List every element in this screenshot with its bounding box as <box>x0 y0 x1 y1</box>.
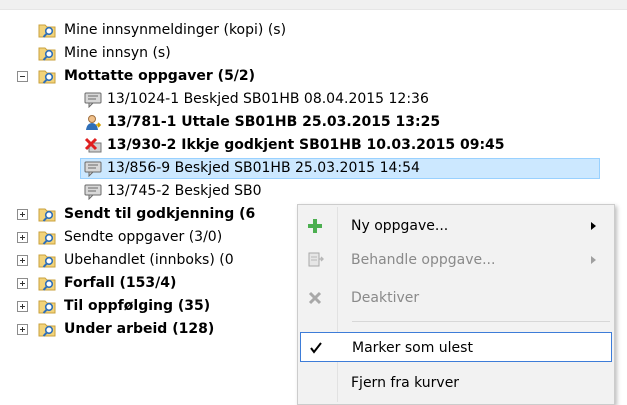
tree-item-task[interactable]: 13/781-1 Uttale SB01HB 25.03.2015 13:25 <box>0 111 627 134</box>
folder-search-icon <box>38 252 56 269</box>
expand-toggle[interactable] <box>17 301 28 312</box>
folder-search-icon <box>38 275 56 292</box>
folder-search-icon <box>38 45 56 62</box>
user-icon <box>84 114 102 131</box>
tree-item-task[interactable]: 13/1024-1 Beskjed SB01HB 08.04.2015 12:3… <box>0 88 627 111</box>
tree-item-label: Under arbeid (128) <box>64 321 215 337</box>
menu-item-marker-som-ulest[interactable]: Marker som ulest <box>300 332 612 362</box>
tree-item-mine-innsynmeldinger[interactable]: Mine innsynmeldinger (kopi) (s) <box>0 19 627 42</box>
folder-search-icon <box>38 68 56 85</box>
plus-icon <box>306 217 324 235</box>
folder-search-icon <box>38 229 56 246</box>
message-icon <box>84 91 102 108</box>
menu-item-fjern-fra-kurver[interactable]: Fjern fra kurver <box>300 368 612 398</box>
tree-item-label: 13/781-1 Uttale SB01HB 25.03.2015 13:25 <box>107 114 441 130</box>
checkmark-icon <box>307 339 325 357</box>
menu-item-label: Deaktiver <box>351 290 420 306</box>
document-icon <box>306 251 324 269</box>
tree-item-label: 13/745-2 Beskjed SB0 <box>107 183 262 199</box>
menu-item-label: Marker som ulest <box>352 340 473 356</box>
tree-item-label: 13/1024-1 Beskjed SB01HB 08.04.2015 12:3… <box>107 91 429 107</box>
folder-search-icon <box>38 22 56 39</box>
expand-toggle[interactable] <box>17 324 28 335</box>
tree-item-label: 13/930-2 Ikkje godkjent SB01HB 10.03.201… <box>107 137 505 153</box>
tree-item-mine-innsyn[interactable]: Mine innsyn (s) <box>0 42 627 65</box>
folder-search-icon <box>38 206 56 223</box>
tree-item-label: Til oppfølging (35) <box>64 298 211 314</box>
toolbar-strip <box>0 0 627 10</box>
message-icon <box>84 183 102 200</box>
menu-item-label: Behandle oppgave... <box>351 252 496 268</box>
context-menu: Ny oppgave... Behandle oppgave... Deakti… <box>297 204 615 405</box>
menu-item-label: Ny oppgave... <box>351 218 449 234</box>
tree-item-label: 13/856-9 Beskjed SB01HB 25.03.2015 14:54 <box>107 160 420 176</box>
expand-toggle[interactable] <box>17 209 28 220</box>
folder-search-icon <box>38 298 56 315</box>
menu-item-ny-oppgave[interactable]: Ny oppgave... <box>300 211 612 241</box>
tree-item-label: Forfall (153/4) <box>64 275 177 291</box>
submenu-arrow-icon <box>591 256 596 264</box>
expand-toggle[interactable] <box>17 255 28 266</box>
tree-item-task-selected[interactable]: 13/856-9 Beskjed SB01HB 25.03.2015 14:54 <box>0 157 627 180</box>
tree-item-label: Mine innsyn (s) <box>64 45 171 61</box>
submenu-arrow-icon <box>591 222 596 230</box>
tree-item-label: Sendte oppgaver (3/0) <box>64 229 223 245</box>
tree-item-label: Mine innsynmeldinger (kopi) (s) <box>64 22 287 38</box>
folder-search-icon <box>38 321 56 338</box>
tree-item-task[interactable]: 13/930-2 Ikkje godkjent SB01HB 10.03.201… <box>0 134 627 157</box>
tree-item-label: Mottatte oppgaver (5/2) <box>64 68 256 84</box>
tree-item-label: Sendt til godkjenning (6 <box>64 206 256 222</box>
message-icon <box>84 160 102 177</box>
rejected-icon <box>84 137 102 154</box>
expand-toggle[interactable] <box>17 278 28 289</box>
menu-item-label: Fjern fra kurver <box>351 375 460 391</box>
tree-item-task[interactable]: 13/745-2 Beskjed SB0 <box>0 180 627 203</box>
menu-separator <box>352 321 610 322</box>
x-icon <box>306 289 324 307</box>
menu-item-behandle-oppgave[interactable]: Behandle oppgave... <box>300 245 612 275</box>
tree-item-mottatte-oppgaver[interactable]: Mottatte oppgaver (5/2) <box>0 65 627 88</box>
expand-toggle[interactable] <box>17 232 28 243</box>
collapse-toggle[interactable] <box>17 71 28 82</box>
menu-item-deaktiver[interactable]: Deaktiver <box>300 283 612 313</box>
tree-item-label: Ubehandlet (innboks) (0 <box>64 252 234 268</box>
